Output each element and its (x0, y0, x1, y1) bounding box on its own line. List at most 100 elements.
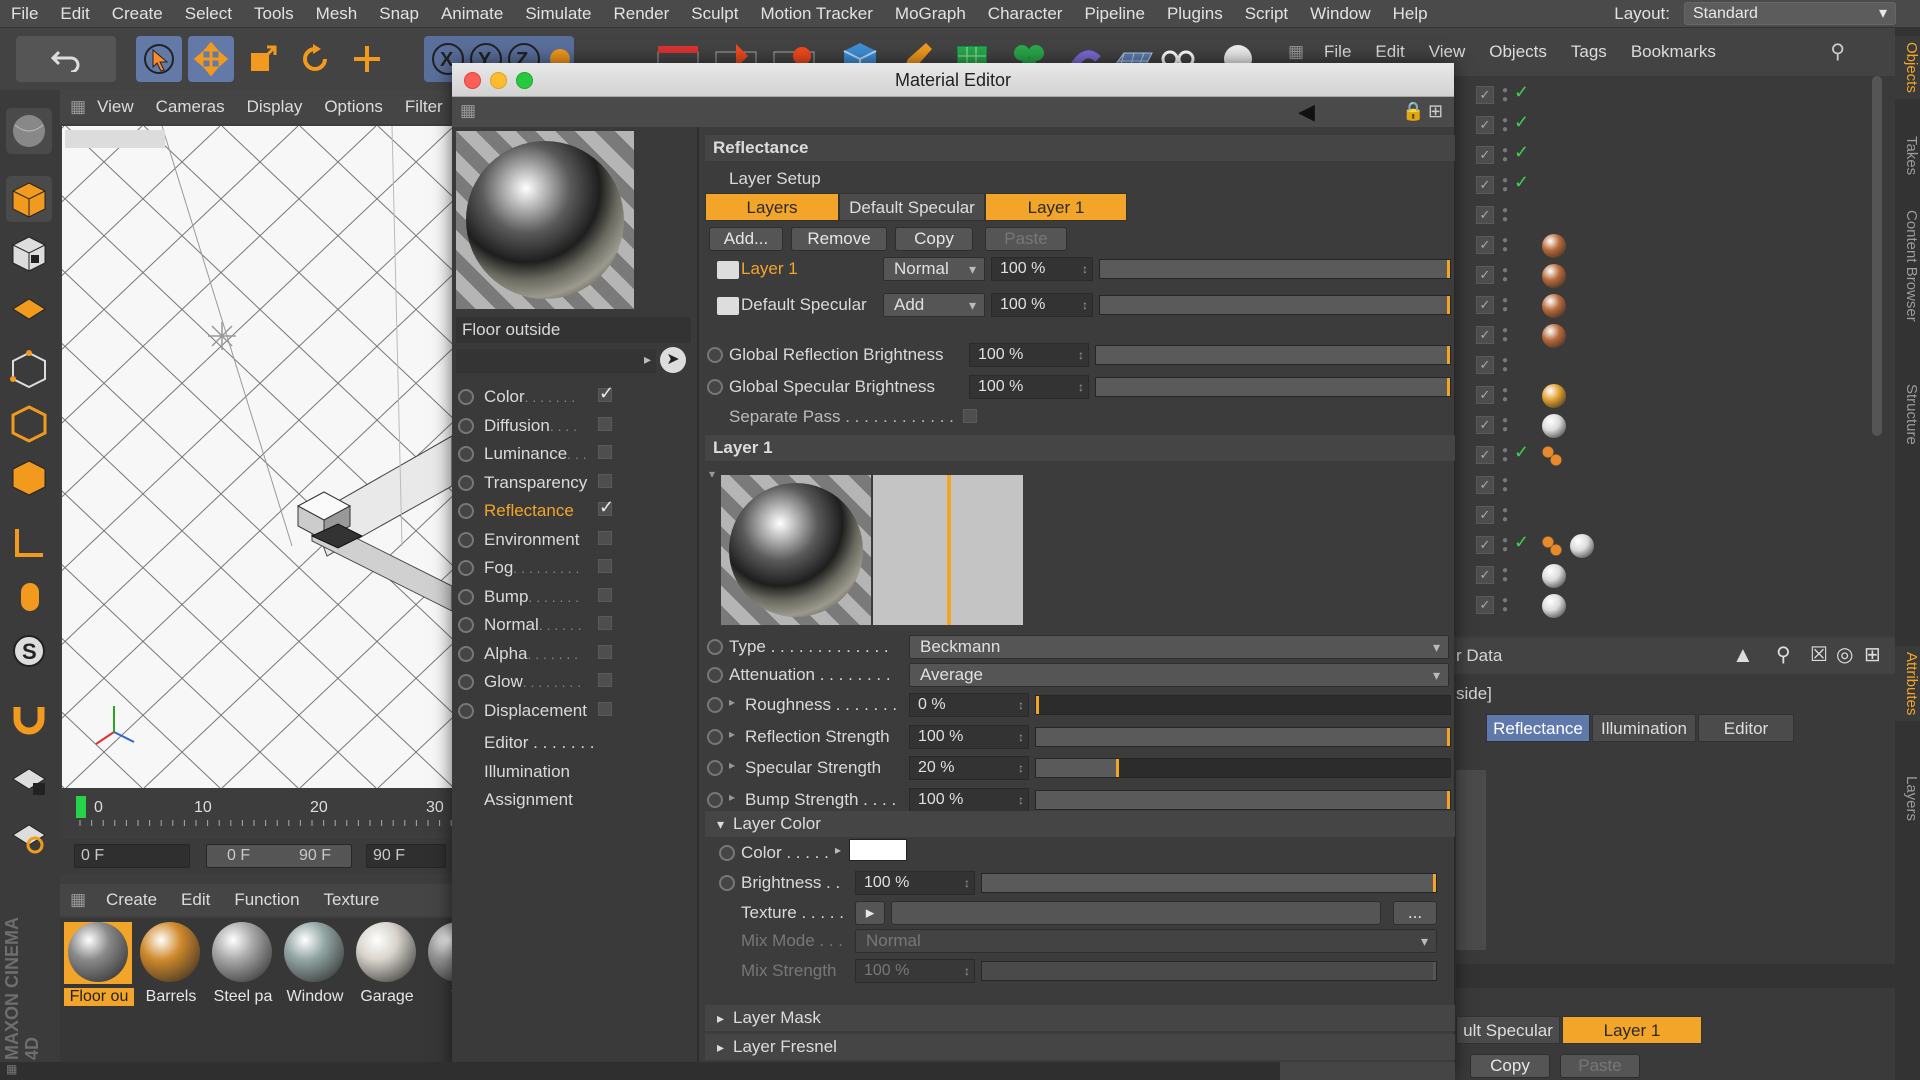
end-frame-field[interactable]: 90 F (366, 844, 446, 868)
menu-pipeline[interactable]: Pipeline (1073, 0, 1156, 27)
channel-checkbox[interactable] (598, 416, 612, 431)
channel-illumination[interactable]: Illumination (484, 762, 570, 782)
channel-luminance[interactable]: Luminance . . . (458, 442, 658, 466)
global-specular-radio[interactable] (707, 379, 723, 395)
global-specular-input[interactable]: 100 % (969, 375, 1089, 399)
attributes-bottom-tab-layer-1[interactable]: Layer 1 (1562, 1016, 1702, 1044)
mix-strength-input[interactable]: 100 % (855, 959, 975, 983)
type-radio[interactable] (707, 639, 723, 655)
back-arrow-icon[interactable]: ◀ (1298, 99, 1315, 125)
object-scrollbar[interactable] (1872, 76, 1882, 436)
menu-animate[interactable]: Animate (430, 0, 514, 27)
menu-snap[interactable]: Snap (368, 0, 430, 27)
material-menu-texture[interactable]: Texture (312, 884, 392, 916)
object-row[interactable]: ✓ ● ● ✓ (1470, 442, 1600, 470)
minimize-window-button[interactable] (490, 72, 507, 89)
channel-radio[interactable] (458, 588, 474, 605)
layer-opacity-input[interactable]: 100 % (991, 293, 1093, 317)
scale-tool-button[interactable] (240, 36, 286, 82)
global-reflection-radio[interactable] (707, 347, 723, 363)
channel-checkbox[interactable] (598, 644, 612, 659)
texture-mode-button[interactable] (6, 230, 52, 276)
start-frame-field[interactable]: 0 F (74, 844, 190, 868)
viewport-menu-filter[interactable]: Filter (394, 90, 454, 124)
channel-checkbox[interactable] (598, 383, 614, 404)
channel-radio[interactable] (458, 474, 474, 491)
live-selection-button[interactable] (136, 36, 182, 82)
separate-pass-checkbox[interactable] (963, 409, 977, 423)
object-row[interactable]: ✓ ● ● (1470, 202, 1600, 230)
object-row[interactable]: ✓ ● ● ✓ (1470, 172, 1600, 200)
search-icon[interactable]: ⚲ (1776, 642, 1791, 667)
expand-arrow-icon[interactable]: ▸ (729, 758, 735, 772)
attributes-tab-editor[interactable]: Editor (1698, 714, 1794, 742)
mix-mode-dropdown[interactable]: Normal (855, 929, 1437, 953)
attributes-copy-button[interactable]: Copy (1470, 1054, 1550, 1078)
attenuation-dropdown[interactable]: Average (909, 663, 1449, 687)
material-search-field[interactable] (456, 349, 656, 373)
channel-checkbox[interactable] (598, 473, 612, 488)
channel-color[interactable]: Color . . . . . . . (458, 383, 658, 409)
object-row[interactable]: ✓ ● ● (1470, 352, 1600, 380)
workplane-button[interactable] (6, 284, 52, 330)
menu-simulate[interactable]: Simulate (514, 0, 602, 27)
object-row[interactable]: ✓ ● ● (1470, 562, 1600, 590)
material-menu-function[interactable]: Function (222, 884, 311, 916)
material-name-field[interactable]: Floor outside (456, 317, 691, 343)
texture-field[interactable] (891, 901, 1381, 925)
channel-editor[interactable]: Editor . . . . . . . (484, 733, 595, 753)
object-menu-tags[interactable]: Tags (1559, 28, 1619, 76)
param-slider[interactable] (1035, 726, 1451, 747)
paste-layer-button[interactable]: Paste (985, 227, 1067, 251)
remove-layer-button[interactable]: Remove (791, 227, 887, 251)
material-editor-titlebar[interactable]: Material Editor (452, 63, 1454, 97)
expand-arrow-icon[interactable]: ▸ (729, 695, 735, 709)
layer-color-radio[interactable] (719, 845, 735, 861)
close-window-button[interactable] (464, 72, 481, 89)
global-reflection-slider[interactable] (1095, 345, 1451, 365)
search-icon[interactable]: ⚲ (1830, 28, 1845, 76)
material-tag-icon[interactable] (1542, 264, 1566, 288)
material-tag-icon[interactable] (1542, 294, 1566, 318)
menu-select[interactable]: Select (174, 0, 243, 27)
object-row[interactable]: ✓ ● ● (1470, 382, 1600, 410)
object-row[interactable]: ✓ ● ● (1470, 262, 1600, 290)
menu-edit[interactable]: Edit (49, 0, 100, 27)
material-thumb-5[interactable] (424, 922, 452, 984)
layout-select[interactable]: Standard ▾ (1684, 2, 1896, 25)
axis-mode-button[interactable] (6, 520, 52, 566)
tweak-mode-button[interactable] (6, 574, 52, 620)
menu-tools[interactable]: Tools (243, 0, 305, 27)
layer-preview[interactable] (721, 475, 871, 625)
lock-icon[interactable]: ☒ (1810, 642, 1828, 667)
channel-checkbox[interactable] (598, 530, 612, 545)
channel-displacement[interactable]: Displacement (458, 699, 658, 723)
material-tag-icon[interactable] (1542, 414, 1566, 438)
planar-workplane-button[interactable] (6, 812, 52, 858)
layer-name[interactable]: Layer 1 (741, 259, 798, 279)
brightness-slider[interactable] (981, 873, 1437, 893)
layer-opacity-slider[interactable] (1099, 259, 1451, 279)
object-row[interactable]: ✓ ● ● (1470, 472, 1600, 500)
object-menu-bookmarks[interactable]: Bookmarks (1619, 28, 1728, 76)
expand-arrow-icon[interactable]: ▸ (729, 790, 735, 804)
frame-range-slider[interactable]: 0 F 90 F (206, 844, 352, 868)
texture-browse-button[interactable]: ... (1393, 901, 1437, 925)
new-window-icon[interactable]: ⊞ (1428, 101, 1443, 122)
reflectance-tab-default-specular[interactable]: Default Specular (839, 193, 985, 221)
layer-opacity-slider[interactable] (1099, 295, 1451, 315)
checkmark-icon[interactable]: ✓ (1514, 532, 1529, 553)
viewport-menu-cameras[interactable]: Cameras (145, 90, 236, 124)
object-row[interactable]: ✓ ● ● (1470, 232, 1600, 260)
side-tab-objects[interactable]: Objects (1895, 36, 1920, 99)
material-tag-icon[interactable] (1542, 594, 1566, 618)
channel-checkbox[interactable] (598, 445, 612, 459)
layer-blend-mode-dropdown[interactable]: Add (883, 293, 985, 317)
attributes-bottom-tab-ult-specular[interactable]: ult Specular (1456, 1016, 1560, 1044)
menu-sculpt[interactable]: Sculpt (680, 0, 749, 27)
reflectance-tab-layers[interactable]: Layers (705, 193, 839, 221)
target-icon[interactable]: ◎ (1836, 642, 1853, 667)
mix-strength-slider[interactable] (981, 961, 1437, 981)
lock-icon[interactable]: 🔒 (1402, 101, 1424, 122)
attributes-tab-illumination[interactable]: Illumination (1592, 714, 1696, 742)
